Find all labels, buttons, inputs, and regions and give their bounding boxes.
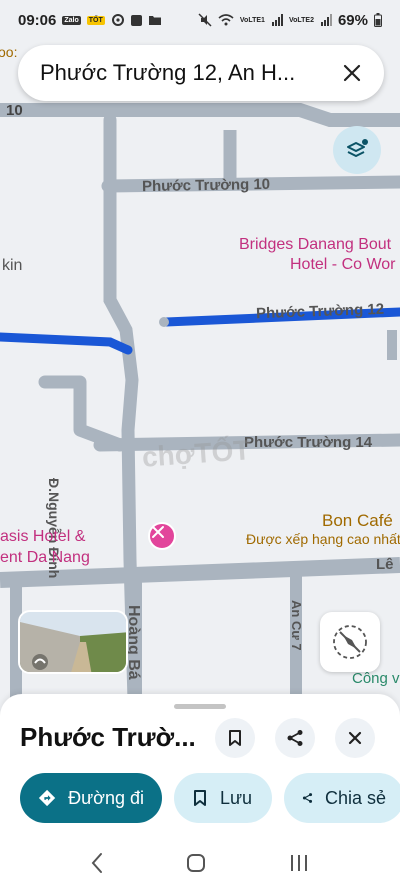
system-nav-bar [0, 840, 400, 890]
check-icon [130, 14, 142, 26]
poi-label-bridges-1[interactable]: Bridges Danang Bout [239, 236, 391, 254]
map-canvas[interactable]: 10 oo: Phước Trường 10 Bridges Danang Bo… [0, 0, 400, 700]
zalo-badge-icon: Zalo [62, 15, 81, 25]
close-sheet-button[interactable] [335, 718, 375, 758]
share-icon [302, 793, 313, 803]
poi-label-top-left: oo: [0, 44, 18, 60]
tot-badge-icon: TỐT [86, 15, 105, 25]
road-label-phuoc-truong-14: Phước Trường 14 [244, 434, 373, 451]
network-label-1: VoLTE1 [239, 16, 265, 24]
status-time: 09:06 [18, 11, 57, 29]
restaurant-pin-icon[interactable] [148, 522, 176, 550]
poi-label-bon-cafe[interactable]: Bon Café [322, 511, 393, 531]
battery-icon [374, 13, 382, 27]
search-query[interactable]: Phước Trường 12, An H... [40, 60, 338, 86]
share-button[interactable]: Chia sẻ [284, 773, 400, 823]
place-title: Phước Trườ... [20, 722, 196, 752]
folder-icon [148, 16, 161, 25]
sync-icon [111, 14, 124, 26]
map-roads [0, 0, 400, 700]
directions-button[interactable]: Đường đi [20, 773, 162, 823]
street-view-thumbnail[interactable] [18, 610, 128, 674]
battery-percent: 69% [337, 11, 368, 29]
poi-label-bon-cafe-sub: Được xếp hạng cao nhất [246, 531, 400, 547]
home-icon[interactable] [185, 852, 207, 879]
compass-icon [333, 625, 367, 659]
layers-icon [347, 139, 368, 157]
poi-label-oasis-1[interactable]: asis Hotel & [0, 528, 85, 546]
poi-label-oasis-2[interactable]: ent Da Nang [0, 549, 90, 567]
road-label-phuoc-truong-10: Phước Trường 10 [141, 175, 271, 196]
directions-label: Đường đi [68, 787, 144, 808]
close-icon [348, 731, 362, 745]
recents-icon[interactable] [288, 853, 310, 878]
bookmark-icon [229, 730, 241, 746]
poi-label-bridges-2[interactable]: Hotel - Co Wor [290, 256, 396, 274]
share-icon-button[interactable] [275, 718, 315, 758]
search-bar[interactable]: Phước Trường 12, An H... [18, 45, 384, 101]
poi-label-kin: kin [2, 257, 23, 274]
compass-button[interactable] [320, 612, 380, 672]
action-buttons-row: Đường đi Lưu Chia sẻ [20, 773, 400, 823]
bookmark-icon [194, 790, 206, 806]
save-label: Lưu [220, 787, 253, 808]
directions-icon [38, 789, 56, 807]
network-label-2: VoLTE2 [288, 16, 314, 24]
road-label-an-cu-7: An Cư 7 [289, 600, 304, 651]
wifi-icon [218, 14, 234, 26]
mute-icon [198, 13, 212, 27]
place-bottom-sheet[interactable]: Phước Trườ... Đường đi Lưu Chia sẻ [0, 694, 400, 840]
road-label-le: Lê [376, 556, 394, 573]
layers-button[interactable] [333, 126, 381, 174]
back-icon[interactable] [90, 852, 104, 879]
share-icon [287, 730, 303, 746]
signal-icon-2 [320, 14, 332, 26]
signal-icon-1 [271, 14, 283, 26]
close-icon[interactable] [338, 59, 366, 87]
save-button[interactable]: Lưu [174, 773, 272, 823]
share-label: Chia sẻ [324, 787, 386, 808]
bookmark-button[interactable] [215, 718, 255, 758]
road-label-10: 10 [6, 102, 23, 119]
poi-label-cong: Công v [352, 670, 400, 687]
status-bar: 09:06 Zalo TỐT VoLTE1 VoLTE2 69% [0, 0, 400, 40]
maps-screen: 10 oo: Phước Trường 10 Bridges Danang Bo… [0, 0, 400, 890]
sheet-drag-handle[interactable] [174, 704, 226, 709]
